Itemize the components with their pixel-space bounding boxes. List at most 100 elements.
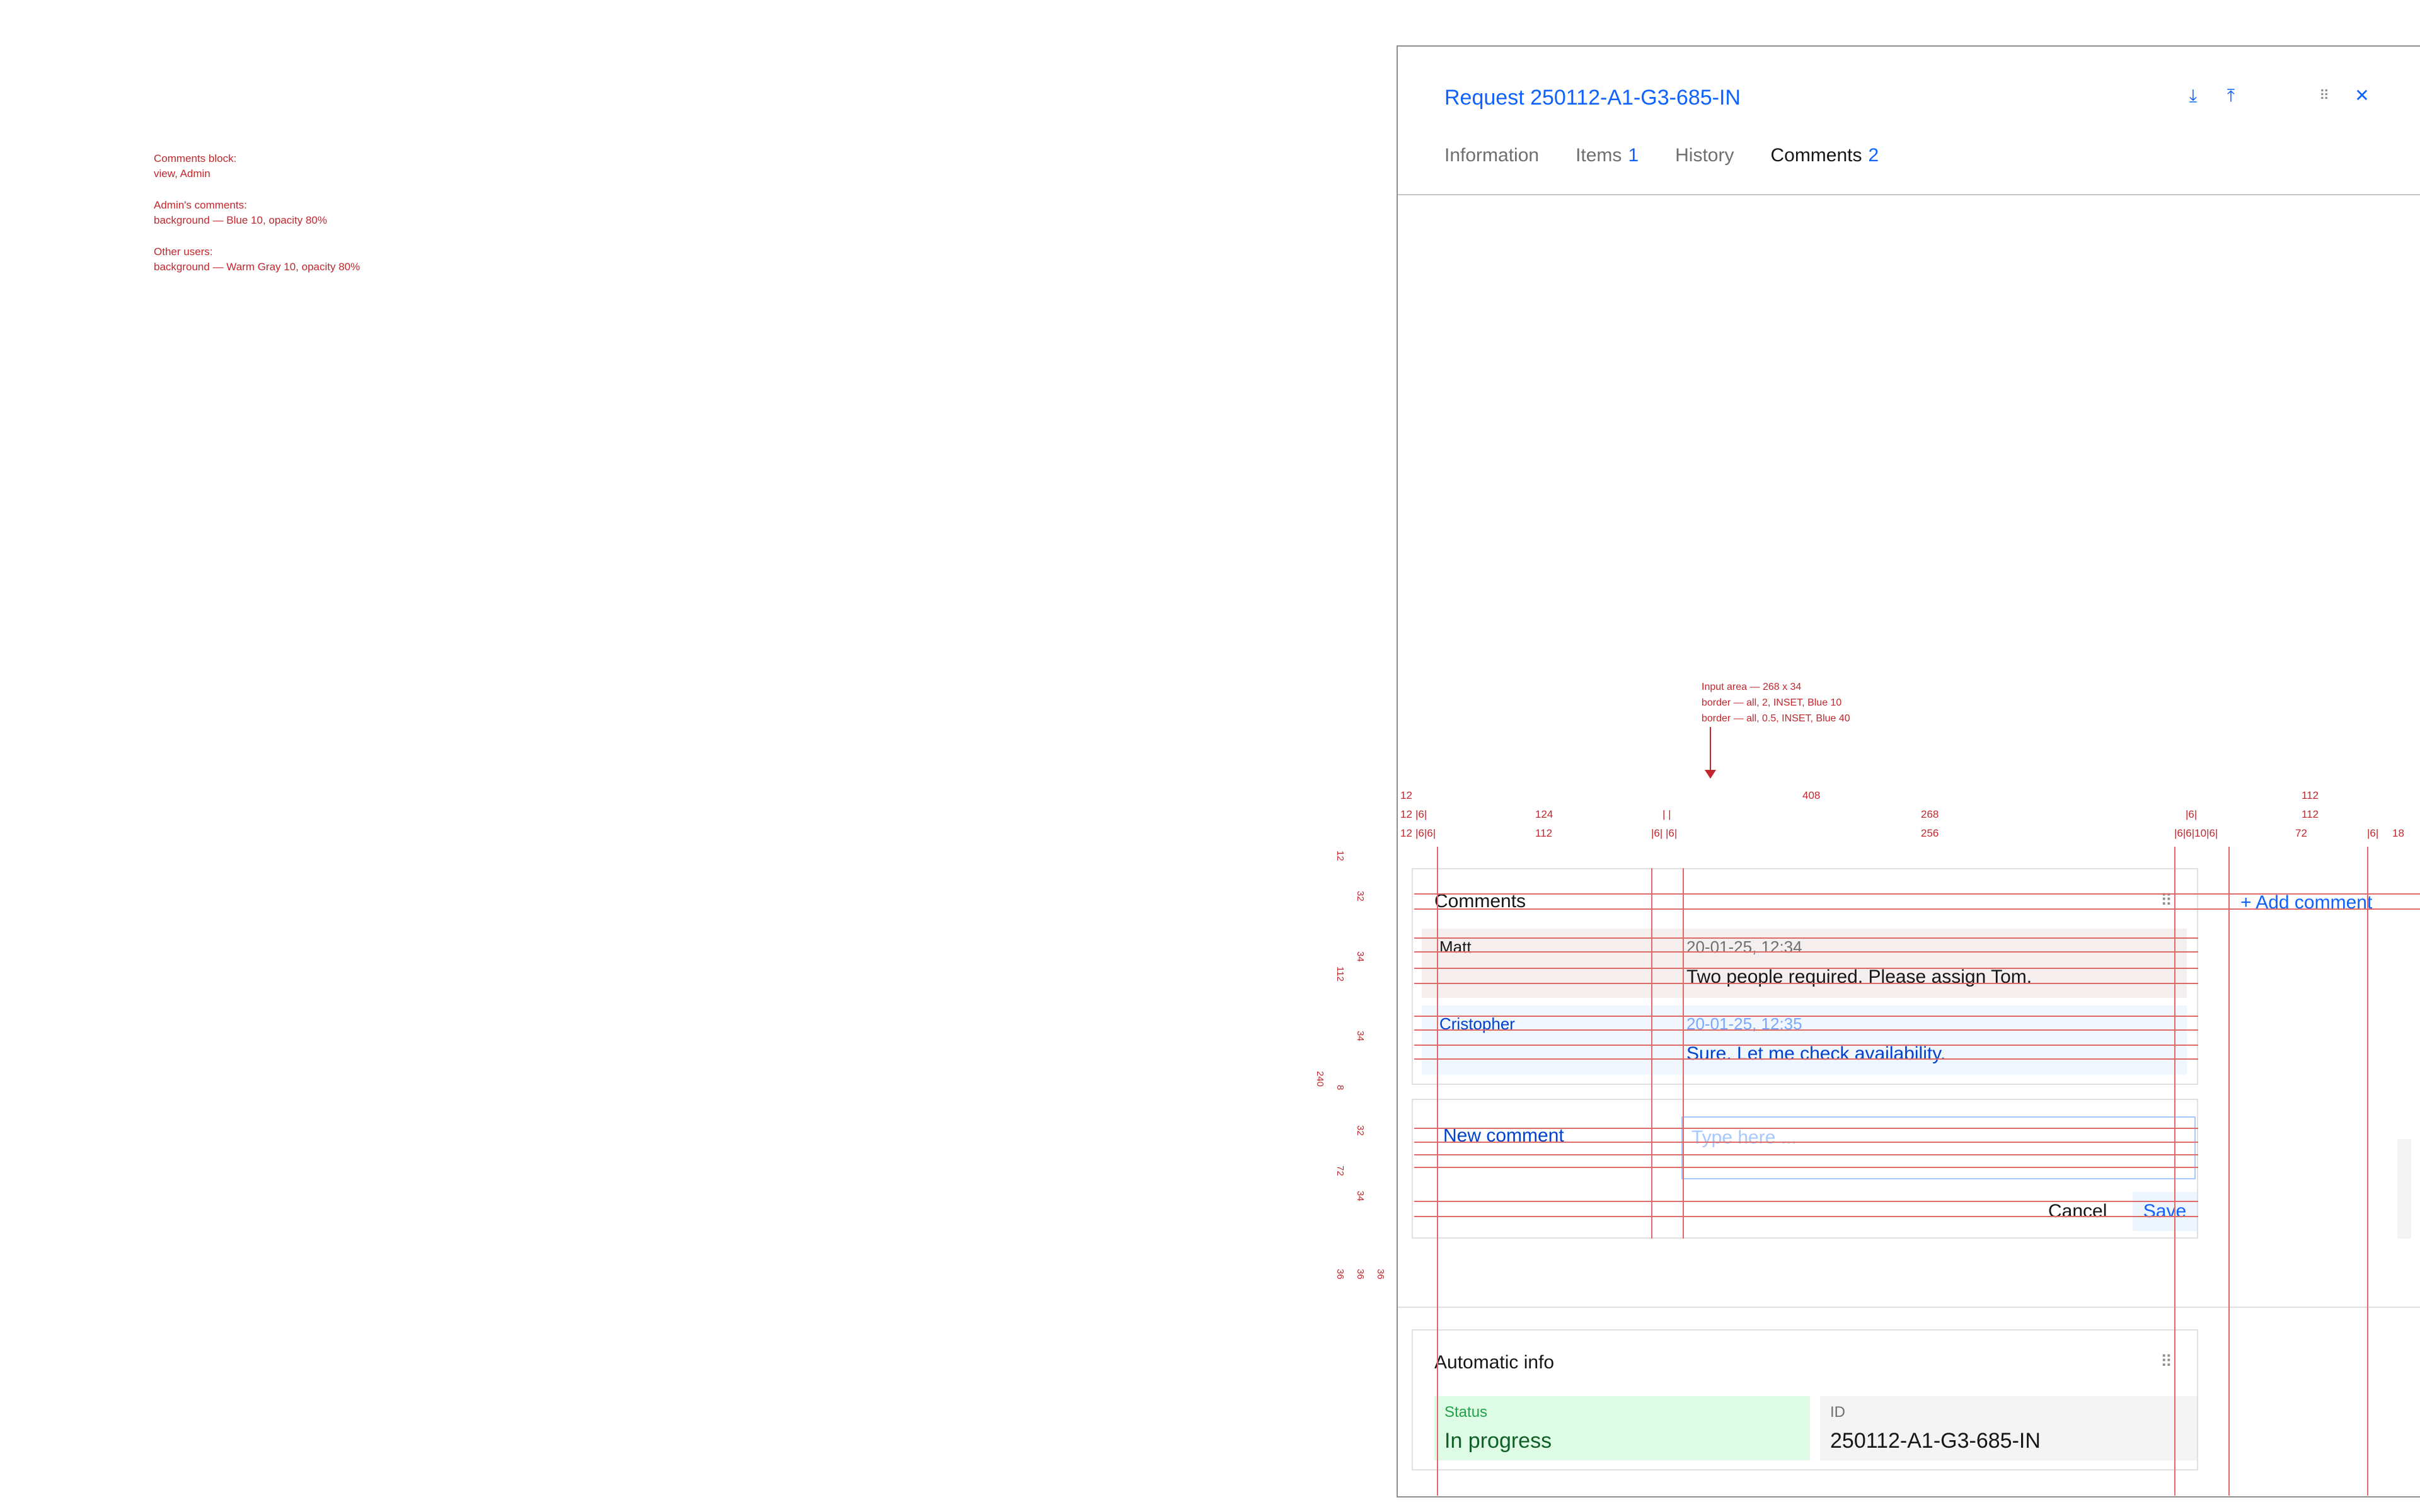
note-line: Other users: <box>154 246 213 258</box>
tab-label: Items <box>1576 145 1622 166</box>
section-divider <box>1398 1307 2420 1308</box>
measure-label: 12 <box>1335 850 1345 861</box>
guide-line <box>1414 951 2198 953</box>
measure-label: 408 <box>1802 789 1821 801</box>
measure-label: 124 <box>1535 808 1553 820</box>
tab-history[interactable]: History <box>1675 145 1734 166</box>
tab-label: History <box>1675 145 1734 166</box>
measure-label: 36 <box>1335 1269 1345 1280</box>
tab-count: 1 <box>1628 145 1639 166</box>
guide-line <box>1414 1128 2198 1129</box>
measure-label: 268 <box>1921 808 1939 820</box>
automatic-info-title: Automatic info <box>1434 1352 1555 1373</box>
upload-icon[interactable]: ⤒ <box>2221 86 2241 106</box>
note-line: background — Warm Gray 10, opacity 80% <box>154 261 360 273</box>
close-icon[interactable]: ✕ <box>2352 86 2372 106</box>
measure-label: 12 <box>1400 827 1412 839</box>
status-value: In progress <box>1444 1429 1552 1453</box>
request-panel: Request 250112-A1-G3-685-IN ⤓ ⤒ ⠿ ✕ Info… <box>1397 45 2420 1498</box>
measure-label: 112 <box>2302 789 2319 801</box>
comment-timestamp: 20-01-25, 12:34 <box>1686 937 1802 956</box>
guide-line <box>1414 1216 2198 1217</box>
comment-author: Matt <box>1439 937 1472 956</box>
drag-handle-icon[interactable]: ⠿ <box>2160 1352 2172 1372</box>
measure-label: |6|6| <box>1415 827 1436 839</box>
scrollbar[interactable] <box>2397 1139 2411 1239</box>
tab-items[interactable]: Items 1 <box>1576 145 1639 166</box>
measure-label: 34 <box>1355 1031 1366 1041</box>
measure-label: 72 <box>2295 827 2307 839</box>
note-other-users: Other users: background — Warm Gray 10, … <box>154 244 360 275</box>
guide-line <box>1683 868 1684 1239</box>
measure-label: 112 <box>2302 808 2319 820</box>
add-comment-button[interactable]: + Add comment <box>2240 892 2372 914</box>
comment-input[interactable] <box>1683 1126 2203 1149</box>
header-actions: ⤓ ⤒ ⠿ ✕ <box>2183 86 2372 106</box>
id-tile: ID 250112-A1-G3-685-IN <box>1820 1396 2197 1460</box>
guide-line <box>1651 868 1652 1239</box>
tab-label: Comments <box>1770 145 1862 166</box>
id-value: 250112-A1-G3-685-IN <box>1830 1429 2041 1453</box>
measure-label: |6| <box>2367 827 2379 839</box>
measure-label: 32 <box>1355 1125 1366 1136</box>
tab-label: Information <box>1444 145 1540 166</box>
note-line: background — Blue 10, opacity 80% <box>154 214 328 226</box>
guide-line <box>1414 1045 2198 1046</box>
guide-line <box>1414 893 2420 895</box>
measure-label: 36 <box>1375 1269 1386 1280</box>
callout-arrow <box>1705 727 1716 779</box>
comment-author: Cristopher <box>1439 1014 1515 1033</box>
tab-information[interactable]: Information <box>1444 145 1539 166</box>
measure-label: 72 <box>1335 1166 1345 1176</box>
guide-line <box>1414 983 2198 984</box>
measure-label: 12 <box>1400 808 1412 820</box>
save-button[interactable]: Save <box>2133 1192 2197 1231</box>
guide-line <box>1437 847 1438 1496</box>
measure-label: |6| <box>1415 808 1427 820</box>
tab-comments[interactable]: Comments 2 <box>1770 145 1879 166</box>
tab-bar: Information Items 1 History Comments 2 <box>1444 145 1879 166</box>
note-line: Comments block: <box>154 152 237 164</box>
measure-label: 36 <box>1355 1269 1366 1280</box>
id-label: ID <box>1830 1404 1845 1421</box>
guide-line <box>2174 847 2175 1496</box>
drag-icon[interactable]: ⠿ <box>2314 86 2334 106</box>
status-tile: Status In progress <box>1434 1396 1810 1460</box>
page-title: Request 250112-A1-G3-685-IN <box>1444 86 1741 110</box>
guide-line <box>2228 847 2230 1496</box>
cancel-button[interactable]: Cancel <box>2048 1201 2107 1222</box>
guide-line <box>1414 968 2198 969</box>
measure-label: 34 <box>1355 1191 1366 1201</box>
measure-label: |6| |6| <box>1651 827 1678 839</box>
guide-line <box>2367 847 2368 1496</box>
comment-input-area[interactable] <box>1681 1116 2203 1179</box>
measure-label: 18 <box>2392 827 2404 839</box>
tab-count: 2 <box>1868 145 1879 166</box>
measure-label: 112 <box>1335 966 1345 982</box>
input-area-callout: Input area — 268 x 34 border — all, 2, I… <box>1702 679 1850 726</box>
status-label: Status <box>1444 1404 1488 1421</box>
callout-line: border — all, 2, INSET, Blue 10 <box>1702 697 1842 708</box>
measure-label: 12 <box>1400 789 1412 801</box>
guide-line <box>1414 1167 2198 1168</box>
guide-line <box>1414 937 2198 939</box>
guide-line <box>1414 1016 2198 1017</box>
download-icon[interactable]: ⤓ <box>2183 86 2203 106</box>
note-admin-comments: Admin's comments: background — Blue 10, … <box>154 198 360 228</box>
note-line: view, Admin <box>154 168 210 180</box>
guide-line <box>1414 1201 2198 1202</box>
note-comments-block: Comments block: view, Admin <box>154 151 360 181</box>
comment-item: Matt 20-01-25, 12:34 Two people required… <box>1422 929 2187 998</box>
guide-line <box>1414 1029 2198 1031</box>
measure-label: 34 <box>1355 951 1366 962</box>
guide-line <box>1414 1058 2198 1060</box>
measure-label: |6|6|10|6| <box>2174 827 2218 839</box>
comment-text: Two people required. Please assign Tom. <box>1686 966 2032 987</box>
measure-label: | | <box>1662 808 1671 820</box>
measure-label: 240 <box>1315 1071 1325 1087</box>
guide-line <box>1414 908 2420 910</box>
comment-timestamp: 20-01-25, 12:35 <box>1686 1014 1802 1033</box>
note-line: Admin's comments: <box>154 199 247 211</box>
comment-text: Sure. Let me check availability. <box>1686 1043 1946 1064</box>
callout-line: border — all, 0.5, INSET, Blue 40 <box>1702 713 1850 724</box>
